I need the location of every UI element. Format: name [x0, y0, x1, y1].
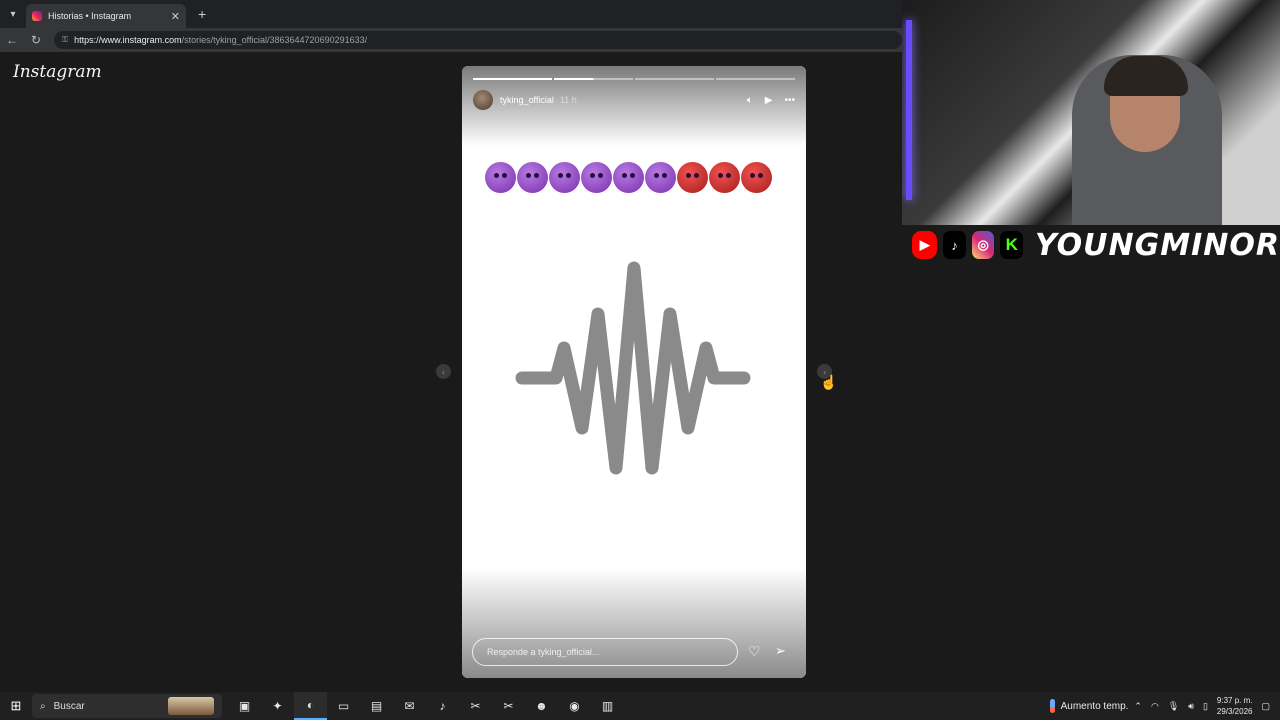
smiling-devil-emoji-icon — [581, 162, 612, 193]
obs-icon[interactable]: ◉ — [558, 692, 591, 720]
tab-list-chevron-icon[interactable]: ▾ — [0, 0, 26, 28]
more-options-icon[interactable]: ••• — [784, 95, 795, 106]
tiktok-icon: ♪ — [943, 231, 966, 259]
url-field[interactable]: ⚿ https://www.instagram.com/stories/tyki… — [54, 31, 902, 49]
url-path: /stories/tyking_official/386364472069029… — [181, 35, 368, 45]
url-domain: https://www.instagram.com — [74, 35, 182, 45]
progress-segment — [554, 78, 633, 80]
microphone-icon[interactable]: 🎙︎ — [1168, 701, 1179, 712]
task-view-icon[interactable]: ▣ — [228, 692, 261, 720]
avatar[interactable] — [473, 90, 493, 110]
tab-title: Historias • Instagram — [48, 11, 132, 21]
reload-icon[interactable]: ↻ — [24, 33, 48, 47]
kick-icon: K — [1000, 231, 1024, 259]
search-icon: ⌕ — [40, 700, 46, 712]
smiling-devil-emoji-icon — [613, 162, 644, 193]
search-label: Buscar — [53, 700, 85, 712]
tiktok-app-icon[interactable]: ♪ — [426, 692, 459, 720]
chevron-up-icon[interactable]: ⌃ — [1134, 701, 1142, 712]
instagram-icon: ◎ — [971, 231, 995, 259]
weather-label: Aumento temp. — [1060, 700, 1129, 712]
audio-waveform-icon — [515, 261, 751, 475]
smiling-devil-emoji-icon — [549, 162, 580, 193]
browser-tabbar: ▾ Historias • Instagram ✕ + — [0, 0, 902, 28]
back-arrow-icon[interactable]: ← — [0, 33, 24, 47]
streamer-brand-name: YOUNGMINOR — [1035, 227, 1280, 263]
story-timestamp: 11 h — [559, 95, 577, 105]
progress-segment — [716, 78, 795, 80]
hand-cursor-icon: ☝ — [820, 374, 838, 390]
taskbar-apps: ▣ ✦ ◐ ▭ ▤ ✉ ♪ ✂ ✂ ☻ ◉ ▥ — [228, 692, 624, 720]
address-toolbar: ← ↻ ⚿ https://www.instagram.com/stories/… — [0, 28, 902, 52]
edge-browser-icon[interactable]: ◐ — [294, 692, 327, 720]
weather-widget[interactable]: Aumento temp. — [1049, 699, 1129, 713]
neon-light — [906, 20, 912, 200]
play-icon[interactable]: ▶ — [765, 95, 773, 106]
previous-story-chevron-icon[interactable]: ‹ — [436, 364, 451, 379]
story-progress-bar — [473, 78, 795, 80]
send-icon[interactable]: ➢ — [775, 643, 786, 659]
youtube-icon: ▶ — [912, 231, 938, 259]
system-tray: ⌃ ◠ 🎙︎ 🔊︎ ▯ 9:37 p. m. 29/3/2026 ▢ — [1134, 695, 1280, 717]
site-info-icon[interactable]: ⚿ — [62, 35, 68, 45]
smiling-devil-emoji-icon — [485, 162, 516, 193]
tab-instagram[interactable]: Historias • Instagram ✕ — [26, 4, 186, 28]
discord-icon[interactable]: ☻ — [525, 692, 558, 720]
wifi-icon[interactable]: ◠ — [1151, 701, 1159, 712]
speaker-icon[interactable]: 🔈︎ — [747, 95, 753, 106]
progress-segment — [635, 78, 714, 80]
reply-input[interactable]: Responde a tyking_official... — [472, 638, 738, 666]
tab-close-icon[interactable]: ✕ — [171, 10, 180, 23]
ogre-emoji-icon — [677, 162, 708, 193]
webcam-overlay — [902, 0, 1280, 225]
emoji-row — [485, 162, 772, 193]
streamer-hair — [1104, 56, 1188, 96]
battery-icon[interactable]: ▯ — [1203, 701, 1208, 712]
windows-taskbar: ⊞ ⌕ Buscar ▣ ✦ ◐ ▭ ▤ ✉ ♪ ✂ ✂ ☻ ◉ ▥ Aumen… — [0, 692, 1280, 720]
clock[interactable]: 9:37 p. m. 29/3/2026 — [1217, 695, 1253, 717]
social-banner: ▶ ♪ ◎ K YOUNGMINOR — [902, 225, 1280, 265]
search-highlight-image — [168, 697, 214, 715]
copilot-icon[interactable]: ✦ — [261, 692, 294, 720]
thermometer-icon — [1049, 699, 1055, 713]
new-tab-button[interactable]: + — [198, 6, 206, 22]
smiling-devil-emoji-icon — [517, 162, 548, 193]
taskbar-search[interactable]: ⌕ Buscar — [32, 694, 222, 718]
clock-date: 29/3/2026 — [1216, 707, 1253, 716]
notifications-icon[interactable]: ▢ — [1261, 701, 1270, 712]
like-heart-icon[interactable]: ♡ — [748, 643, 761, 660]
story-viewer[interactable]: tyking_official 11 h 🔈︎ ▶ ••• Responde a… — [462, 66, 806, 678]
smiling-devil-emoji-icon — [645, 162, 676, 193]
microsoft-store-icon[interactable]: ▤ — [360, 692, 393, 720]
streaming-app-icon[interactable]: ▥ — [591, 692, 624, 720]
windows-start-icon[interactable]: ⊞ — [0, 698, 32, 714]
volume-icon[interactable]: 🔊︎ — [1188, 701, 1194, 712]
ogre-emoji-icon — [709, 162, 740, 193]
story-username[interactable]: tyking_official — [500, 95, 554, 105]
ogre-emoji-icon — [741, 162, 772, 193]
progress-segment — [473, 78, 552, 80]
capcut-icon[interactable]: ✂ — [459, 692, 492, 720]
outlook-icon[interactable]: ✉ — [393, 692, 426, 720]
story-header: tyking_official 11 h 🔈︎ ▶ ••• — [473, 90, 795, 110]
instagram-logo[interactable]: Instagram — [13, 62, 102, 82]
instagram-favicon-icon — [32, 11, 42, 21]
file-explorer-icon[interactable]: ▭ — [327, 692, 360, 720]
capcut-alt-icon[interactable]: ✂ — [492, 692, 525, 720]
clock-time: 9:37 p. m. — [1216, 696, 1253, 705]
